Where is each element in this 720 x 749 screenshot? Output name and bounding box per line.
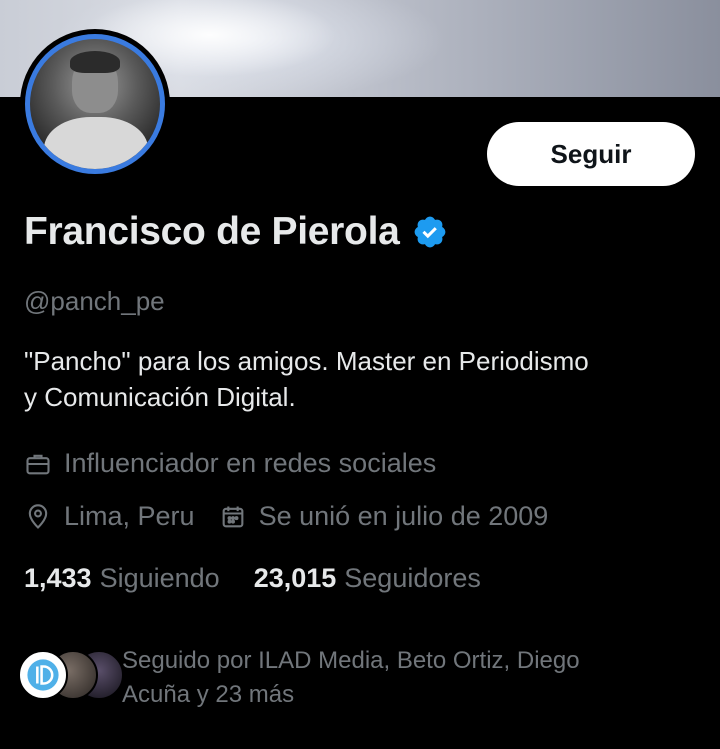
following-count: 1,433 (24, 563, 92, 593)
profile-joined-item: Se unió en julio de 2009 (219, 501, 549, 532)
profile-category-row: Influenciador en redes sociales (24, 448, 436, 479)
profile-location-item: Lima, Peru (24, 501, 195, 532)
profile-handle: @panch_pe (24, 286, 165, 316)
profile-joined: Se unió en julio de 2009 (258, 501, 549, 531)
followed-by-line: Seguido por ILAD Media, Beto Ortiz, Dieg… (122, 647, 580, 674)
following-label: Siguiendo (99, 563, 220, 593)
profile-stats: 1,433 Siguiendo 23,015 Seguidores (24, 563, 481, 594)
followed-by-section[interactable]: Seguido por ILAD Media, Beto Ortiz, Dieg… (18, 644, 642, 712)
ilad-media-logo-icon (18, 650, 68, 700)
avatar-container[interactable] (20, 29, 170, 179)
followers-label: Seguidores (344, 563, 481, 593)
profile-location: Lima, Peru (64, 501, 195, 531)
verified-badge-icon[interactable] (412, 214, 448, 250)
followers-link[interactable]: 23,015 Seguidores (254, 563, 481, 594)
bio-line: "Pancho" para los amigos. Master en Peri… (24, 346, 589, 376)
location-pin-icon (24, 503, 52, 531)
followed-by-avatars (18, 644, 124, 708)
follow-button[interactable]: Seguir (487, 122, 695, 186)
profile-meta-row: Lima, Peru Se unió en julio de 2009 (24, 501, 548, 532)
briefcase-icon (24, 450, 52, 478)
profile-category: Influenciador en redes sociales (64, 448, 437, 478)
avatar[interactable] (25, 34, 165, 174)
avatar-hair (70, 51, 120, 73)
calendar-icon (219, 503, 247, 531)
profile-bio: "Pancho" para los amigos. Master en Peri… (24, 343, 704, 415)
profile-name-row: Francisco de Pierola (24, 210, 448, 254)
avatar-shirt (44, 117, 148, 169)
following-link[interactable]: 1,433 Siguiendo (24, 563, 220, 594)
profile-name: Francisco de Pierola (24, 210, 400, 253)
followed-by-line: Acuña y 23 más (122, 681, 295, 708)
bio-line: y Comunicación Digital. (24, 382, 296, 412)
followed-by-text: Seguido por ILAD Media, Beto Ortiz, Dieg… (122, 644, 642, 712)
followers-count: 23,015 (253, 563, 337, 593)
